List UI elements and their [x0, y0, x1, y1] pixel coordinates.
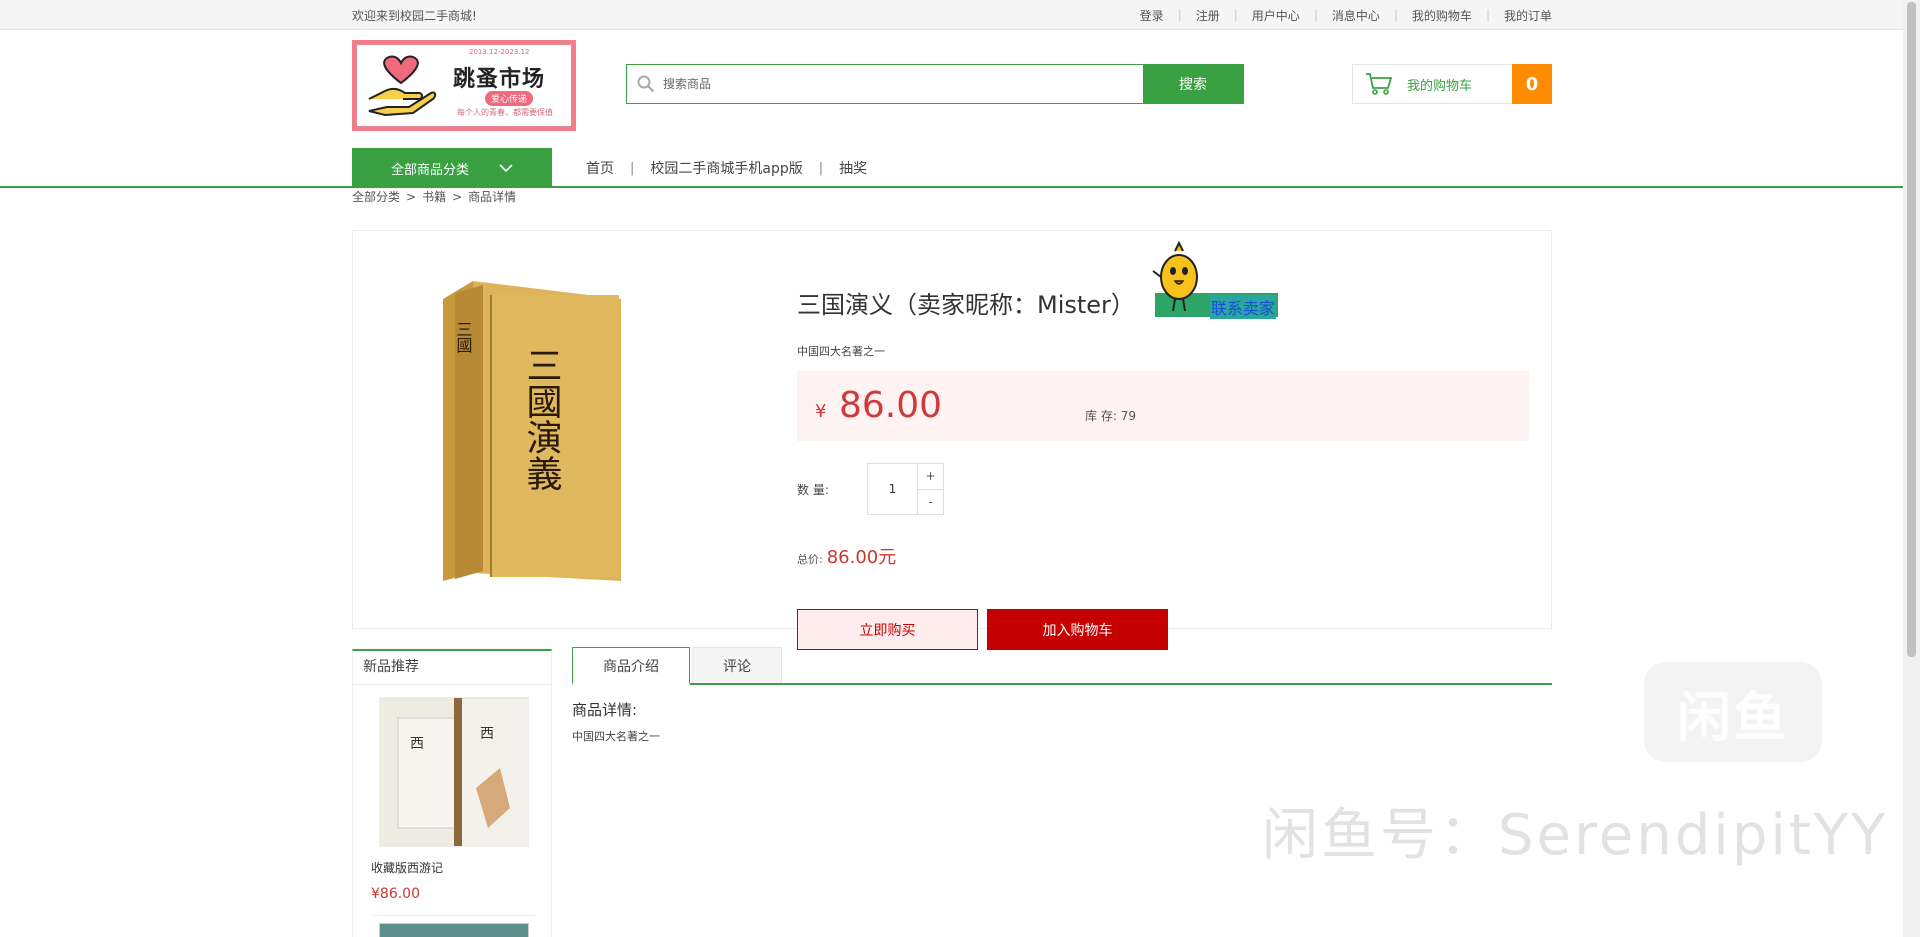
product-description: 中国四大名著之一 — [797, 345, 885, 358]
price-box: ¥ 86.00 库 存: 79 — [797, 371, 1529, 441]
nav-home[interactable]: 首页 — [586, 158, 614, 178]
chick-mascot-icon — [1152, 240, 1198, 311]
product-image: 三國演義 三國 — [443, 281, 621, 581]
stock-label: 库 存: — [1085, 409, 1117, 423]
product-thumbnail[interactable] — [379, 923, 529, 937]
logo-dates: 2013.12-2023.12 — [469, 48, 530, 56]
search-bar: 搜索 — [626, 64, 1244, 104]
welcome-text: 欢迎来到校园二手商城! — [352, 8, 477, 23]
svg-text:西: 西 — [410, 736, 424, 752]
product-thumbnail[interactable]: 西 西 — [379, 697, 529, 847]
stock-value: 79 — [1120, 409, 1136, 423]
sidebar-item-price: ¥86.00 — [371, 886, 420, 902]
sidebar-heading: 新品推荐 — [353, 651, 551, 685]
total-price: 总价: 86.00元 — [797, 543, 896, 569]
top-bar: 欢迎来到校园二手商城! 登录 | 注册 | 用户中心 | 消息中心 | 我的购物车 | 我… — [0, 0, 1920, 30]
my-orders-link[interactable]: 我的订单 — [1490, 7, 1552, 24]
watermark-text: 闲鱼号：SerendipitYY — [1262, 803, 1889, 868]
currency-symbol: ¥ — [815, 401, 827, 422]
header: 2013.12-2023.12 跳蚤市场 爱心传递 每个人的青春，都需要保值 搜… — [352, 30, 1552, 148]
breadcrumb: 全部分类 > 书籍 > 商品详情 — [352, 190, 517, 204]
cart-widget[interactable]: 我的购物车 0 — [1352, 64, 1552, 104]
scrollbar-thumb[interactable] — [1907, 2, 1916, 657]
quantity-label: 数 量: — [797, 483, 829, 497]
all-categories-button[interactable]: 全部商品分类 — [352, 148, 552, 188]
tab-description[interactable]: 商品介绍 — [572, 647, 690, 685]
breadcrumb-detail: 商品详情 — [468, 190, 517, 204]
logo-title: 跳蚤市场 — [453, 67, 546, 92]
contact-seller-label: 联系卖家 — [1209, 294, 1276, 319]
svg-text:三國: 三國 — [454, 321, 473, 353]
contact-seller-button[interactable]: 联系卖家 — [1152, 240, 1278, 319]
chevron-down-icon — [499, 164, 513, 173]
search-input[interactable] — [627, 65, 1143, 103]
logo-badge: 爱心传递 — [485, 91, 534, 106]
svg-text:西: 西 — [480, 726, 494, 742]
product-tabs: 商品介绍 评论 商品详情: 中国四大名著之一 — [572, 647, 1552, 744]
total-value: 86.00元 — [826, 547, 897, 568]
logo-subtitle: 每个人的青春，都需要保值 — [457, 108, 553, 117]
product-title: 三国演义（卖家昵称：Mister） — [797, 291, 1135, 319]
watermark-logo-text: 闲鱼 — [1677, 685, 1789, 749]
shopping-cart-icon — [1366, 73, 1393, 95]
total-label: 总价: — [797, 553, 823, 566]
cart-count-badge: 0 — [1512, 64, 1552, 104]
nav-lottery[interactable]: 抽奖 — [839, 158, 867, 178]
product-price: 86.00 — [839, 385, 943, 426]
heart-hand-icon — [368, 55, 437, 117]
main-nav: 全部商品分类 首页 | 校园二手商城手机app版 | 抽奖 — [0, 148, 1920, 188]
message-center-link[interactable]: 消息中心 — [1318, 7, 1394, 24]
detail-title: 商品详情: — [572, 701, 638, 719]
add-to-cart-button[interactable]: 加入购物车 — [987, 609, 1168, 650]
watermark-logo: 闲鱼 — [1644, 662, 1822, 762]
search-button[interactable]: 搜索 — [1143, 65, 1243, 103]
all-categories-label: 全部商品分类 — [390, 162, 469, 178]
quantity-input[interactable]: 1 — [868, 464, 918, 514]
vertical-scrollbar[interactable] — [1903, 0, 1920, 937]
breadcrumb-books[interactable]: 书籍 — [422, 190, 446, 204]
sidebar-item-name[interactable]: 收藏版西游记 — [371, 859, 535, 876]
breadcrumb-all[interactable]: 全部分类 — [352, 190, 400, 204]
search-icon — [637, 75, 655, 93]
nav-mobile-app[interactable]: 校园二手商城手机app版 — [650, 158, 802, 178]
quantity-plus-button[interactable]: + — [918, 464, 943, 490]
quantity-stepper: 1 + - — [867, 463, 944, 515]
cart-label: 我的购物车 — [1407, 78, 1473, 94]
site-logo[interactable]: 2013.12-2023.12 跳蚤市场 爱心传递 每个人的青春，都需要保值 — [352, 40, 576, 131]
top-links: 登录 | 注册 | 用户中心 | 消息中心 | 我的购物车 | 我的订单 — [1126, 7, 1552, 24]
login-link[interactable]: 登录 — [1126, 7, 1178, 24]
my-cart-link[interactable]: 我的购物车 — [1398, 7, 1486, 24]
product-panel: 三國演義 三國 三国演义（卖家昵称：Mister） 联系卖家 中国四大名著之一 … — [352, 230, 1552, 650]
user-center-link[interactable]: 用户中心 — [1238, 7, 1314, 24]
detail-text: 中国四大名著之一 — [572, 730, 660, 743]
register-link[interactable]: 注册 — [1182, 7, 1234, 24]
quantity-minus-button[interactable]: - — [918, 490, 943, 515]
list-item[interactable]: 西 西 收藏版西游记 ¥86.00 — [371, 697, 535, 902]
buy-now-button[interactable]: 立即购买 — [797, 609, 978, 650]
tab-comments[interactable]: 评论 — [692, 647, 782, 683]
book-cover-text: 三國演義 — [521, 347, 562, 491]
new-products-sidebar: 新品推荐 西 西 收藏版西游记 ¥86.00 — [352, 649, 552, 937]
